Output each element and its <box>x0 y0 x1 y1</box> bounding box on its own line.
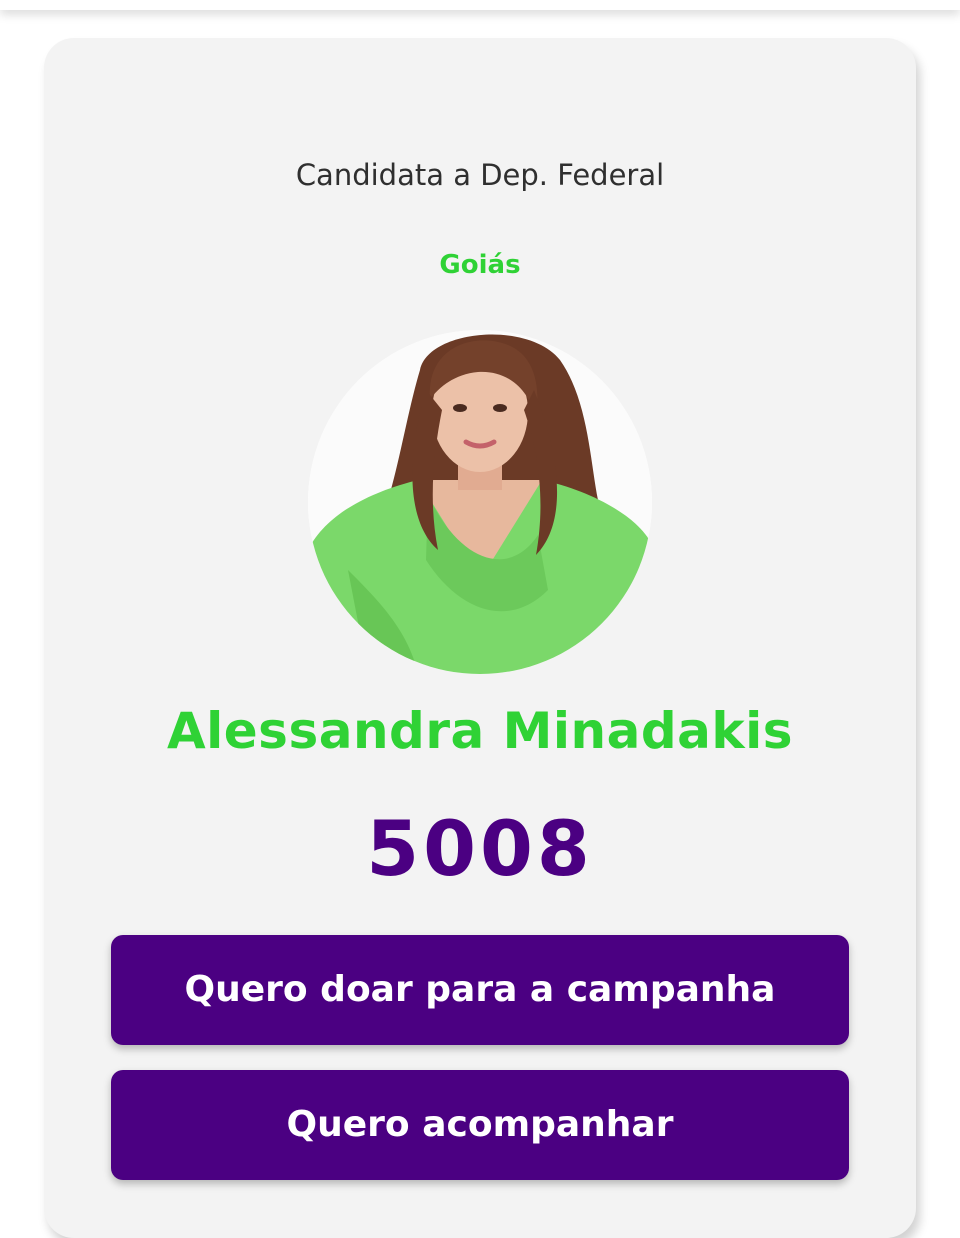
top-bar <box>0 0 960 10</box>
donate-button[interactable]: Quero doar para a campanha <box>111 935 849 1045</box>
follow-button[interactable]: Quero acompanhar <box>111 1070 849 1180</box>
candidate-name: Alessandra Minadakis <box>166 702 794 760</box>
candidate-number: 5008 <box>366 804 594 893</box>
candidate-photo <box>308 330 652 674</box>
candidate-state: Goiás <box>439 250 521 280</box>
portrait-icon <box>308 330 652 674</box>
candidate-role: Candidata a Dep. Federal <box>295 158 665 192</box>
